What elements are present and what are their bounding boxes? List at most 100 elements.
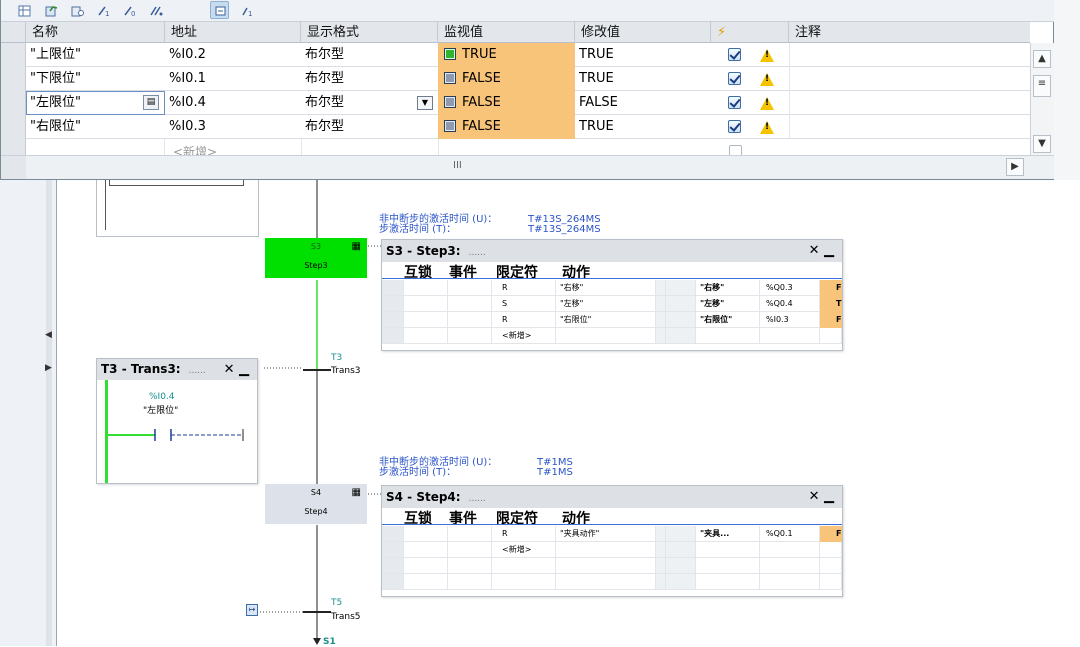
row-gutter[interactable] bbox=[1, 43, 26, 67]
column-monitor-value[interactable]: 监视值 bbox=[438, 22, 575, 43]
column-modify-value[interactable]: 修改值 bbox=[575, 22, 711, 43]
action-qualifier[interactable]: R bbox=[502, 526, 508, 542]
column-name[interactable]: 名称 bbox=[26, 22, 165, 43]
grid-cell bbox=[656, 296, 666, 312]
table-row[interactable]: "左限位" ▤ %I0.4 布尔型 ▼ FALSE FALSE bbox=[1, 91, 1030, 115]
grid-cell bbox=[404, 574, 448, 590]
scroll-down-icon[interactable]: ▼ bbox=[1033, 135, 1051, 153]
format-cell[interactable]: 布尔型 ▼ bbox=[301, 91, 438, 115]
name-cell[interactable]: "下限位" bbox=[26, 67, 165, 91]
modify-cell[interactable]: FALSE bbox=[575, 91, 711, 115]
action-operand[interactable]: "右限位" bbox=[560, 312, 591, 328]
action-qualifier[interactable]: R bbox=[502, 312, 508, 328]
action-qualifier[interactable]: S bbox=[502, 296, 507, 312]
comment-cell[interactable] bbox=[789, 91, 1030, 115]
jump-icon[interactable]: ↦ bbox=[246, 604, 258, 616]
name-cell[interactable]: "右限位" bbox=[26, 115, 165, 139]
modify-checkbox[interactable] bbox=[728, 120, 741, 133]
table-row[interactable]: "上限位" %I0.2 布尔型 TRUE TRUE bbox=[1, 43, 1030, 67]
scroll-right-icon[interactable]: ▶ bbox=[1006, 158, 1024, 176]
col-event: 事件 bbox=[449, 265, 477, 281]
address-cell[interactable]: %I0.4 bbox=[165, 91, 301, 115]
step4-menu-icon[interactable]: ▦ bbox=[352, 484, 361, 502]
trans-panel-close-icon[interactable]: ✕ ▁ bbox=[224, 359, 249, 380]
col-interlock: 互锁 bbox=[404, 265, 432, 281]
tag-browse-icon[interactable]: ▤ bbox=[143, 95, 159, 110]
add-new-checkbox[interactable] bbox=[729, 145, 742, 155]
action-operand[interactable]: "夹具动作" bbox=[560, 526, 599, 542]
monitor-state-icon bbox=[444, 72, 456, 84]
expand-right-icon[interactable]: ▶ bbox=[45, 363, 52, 373]
grid-cell bbox=[448, 280, 492, 296]
grid-cell bbox=[382, 328, 404, 344]
step3-menu-icon[interactable]: ▦ bbox=[352, 238, 361, 256]
grid-cell bbox=[666, 312, 696, 328]
format-cell[interactable]: 布尔型 bbox=[301, 43, 438, 67]
modify-cell[interactable]: TRUE bbox=[575, 67, 711, 91]
hscroll-thumb[interactable]: III bbox=[453, 160, 462, 171]
add-new-placeholder[interactable]: <新增> bbox=[169, 141, 217, 155]
add-new-row[interactable]: <新增> bbox=[1, 139, 1030, 155]
monitor-state-icon bbox=[444, 120, 456, 132]
step3-box[interactable]: S3 ▦ Step3 bbox=[265, 238, 367, 278]
force-icon[interactable] bbox=[210, 1, 229, 19]
panel-close-icon[interactable]: ✕ ▁ bbox=[809, 486, 834, 508]
modify-value-icon[interactable]: 0 bbox=[120, 1, 139, 19]
collapse-left-icon[interactable]: ◀ bbox=[45, 330, 52, 340]
contact-name: "左限位" bbox=[143, 406, 179, 416]
action-operand[interactable]: "左移" bbox=[560, 296, 583, 312]
monitor-state-icon bbox=[444, 96, 456, 108]
grid-cell bbox=[820, 328, 842, 344]
grid-cell bbox=[404, 526, 448, 542]
modify-icon[interactable]: 1 bbox=[94, 1, 113, 19]
grid-cell bbox=[820, 542, 842, 558]
format-cell[interactable]: 布尔型 bbox=[301, 67, 438, 91]
monitor-all-icon[interactable] bbox=[41, 1, 60, 19]
scroll-thumb[interactable]: ≡ bbox=[1033, 75, 1051, 97]
comment-cell[interactable] bbox=[789, 115, 1030, 139]
grid-cell bbox=[656, 542, 666, 558]
force-value-icon[interactable]: 1 bbox=[237, 1, 256, 19]
step3-timing-t: 步激活时间 (T)： T#13S_264MS bbox=[379, 224, 601, 235]
action-qualifier[interactable]: R bbox=[502, 280, 508, 296]
horizontal-scrollbar[interactable]: III ▶ bbox=[1, 155, 1054, 179]
format-dropdown-icon[interactable]: ▼ bbox=[417, 96, 433, 110]
modify-checkbox[interactable] bbox=[728, 72, 741, 85]
row-gutter[interactable] bbox=[1, 67, 26, 91]
address-cell[interactable]: %I0.2 bbox=[165, 43, 301, 67]
modify-checkbox[interactable] bbox=[728, 48, 741, 61]
lightning-icon[interactable]: ⚡ bbox=[711, 22, 789, 43]
grid-cell bbox=[448, 574, 492, 590]
modify-all-icon[interactable] bbox=[146, 1, 165, 19]
table-view-icon[interactable] bbox=[14, 1, 33, 19]
add-new-action[interactable]: <新增> bbox=[502, 328, 531, 344]
grid-cell bbox=[656, 328, 666, 344]
comment-cell[interactable] bbox=[789, 67, 1030, 91]
column-comment[interactable]: 注释 bbox=[789, 22, 1030, 43]
grid-cell bbox=[556, 542, 656, 558]
address-cell[interactable]: %I0.3 bbox=[165, 115, 301, 139]
column-address[interactable]: 地址 bbox=[165, 22, 301, 43]
scroll-up-icon[interactable]: ▲ bbox=[1033, 50, 1051, 68]
vertical-scrollbar[interactable]: ▲ ≡ ▼ bbox=[1030, 43, 1054, 155]
modify-cell[interactable]: TRUE bbox=[575, 115, 711, 139]
row-gutter[interactable] bbox=[1, 115, 26, 139]
monitor-once-icon[interactable] bbox=[67, 1, 86, 19]
modify-checkbox[interactable] bbox=[728, 96, 741, 109]
step4-box[interactable]: S4 ▦ Step4 bbox=[265, 484, 367, 524]
grid-cell bbox=[382, 574, 404, 590]
table-row[interactable]: "下限位" %I0.1 布尔型 FALSE TRUE bbox=[1, 67, 1030, 91]
comment-cell[interactable] bbox=[789, 43, 1030, 67]
action-operand[interactable]: "右移" bbox=[560, 280, 583, 296]
format-cell[interactable]: 布尔型 bbox=[301, 115, 438, 139]
panel-close-icon[interactable]: ✕ ▁ bbox=[809, 240, 834, 262]
name-cell[interactable]: "上限位" bbox=[26, 43, 165, 67]
name-cell[interactable]: "左限位" ▤ bbox=[26, 91, 165, 115]
row-gutter[interactable] bbox=[1, 91, 26, 115]
grid-cell bbox=[556, 574, 656, 590]
add-new-action[interactable]: <新增> bbox=[502, 542, 531, 558]
column-display-format[interactable]: 显示格式 bbox=[301, 22, 438, 43]
modify-cell[interactable]: TRUE bbox=[575, 43, 711, 67]
address-cell[interactable]: %I0.1 bbox=[165, 67, 301, 91]
table-row[interactable]: "右限位" %I0.3 布尔型 FALSE TRUE bbox=[1, 115, 1030, 139]
